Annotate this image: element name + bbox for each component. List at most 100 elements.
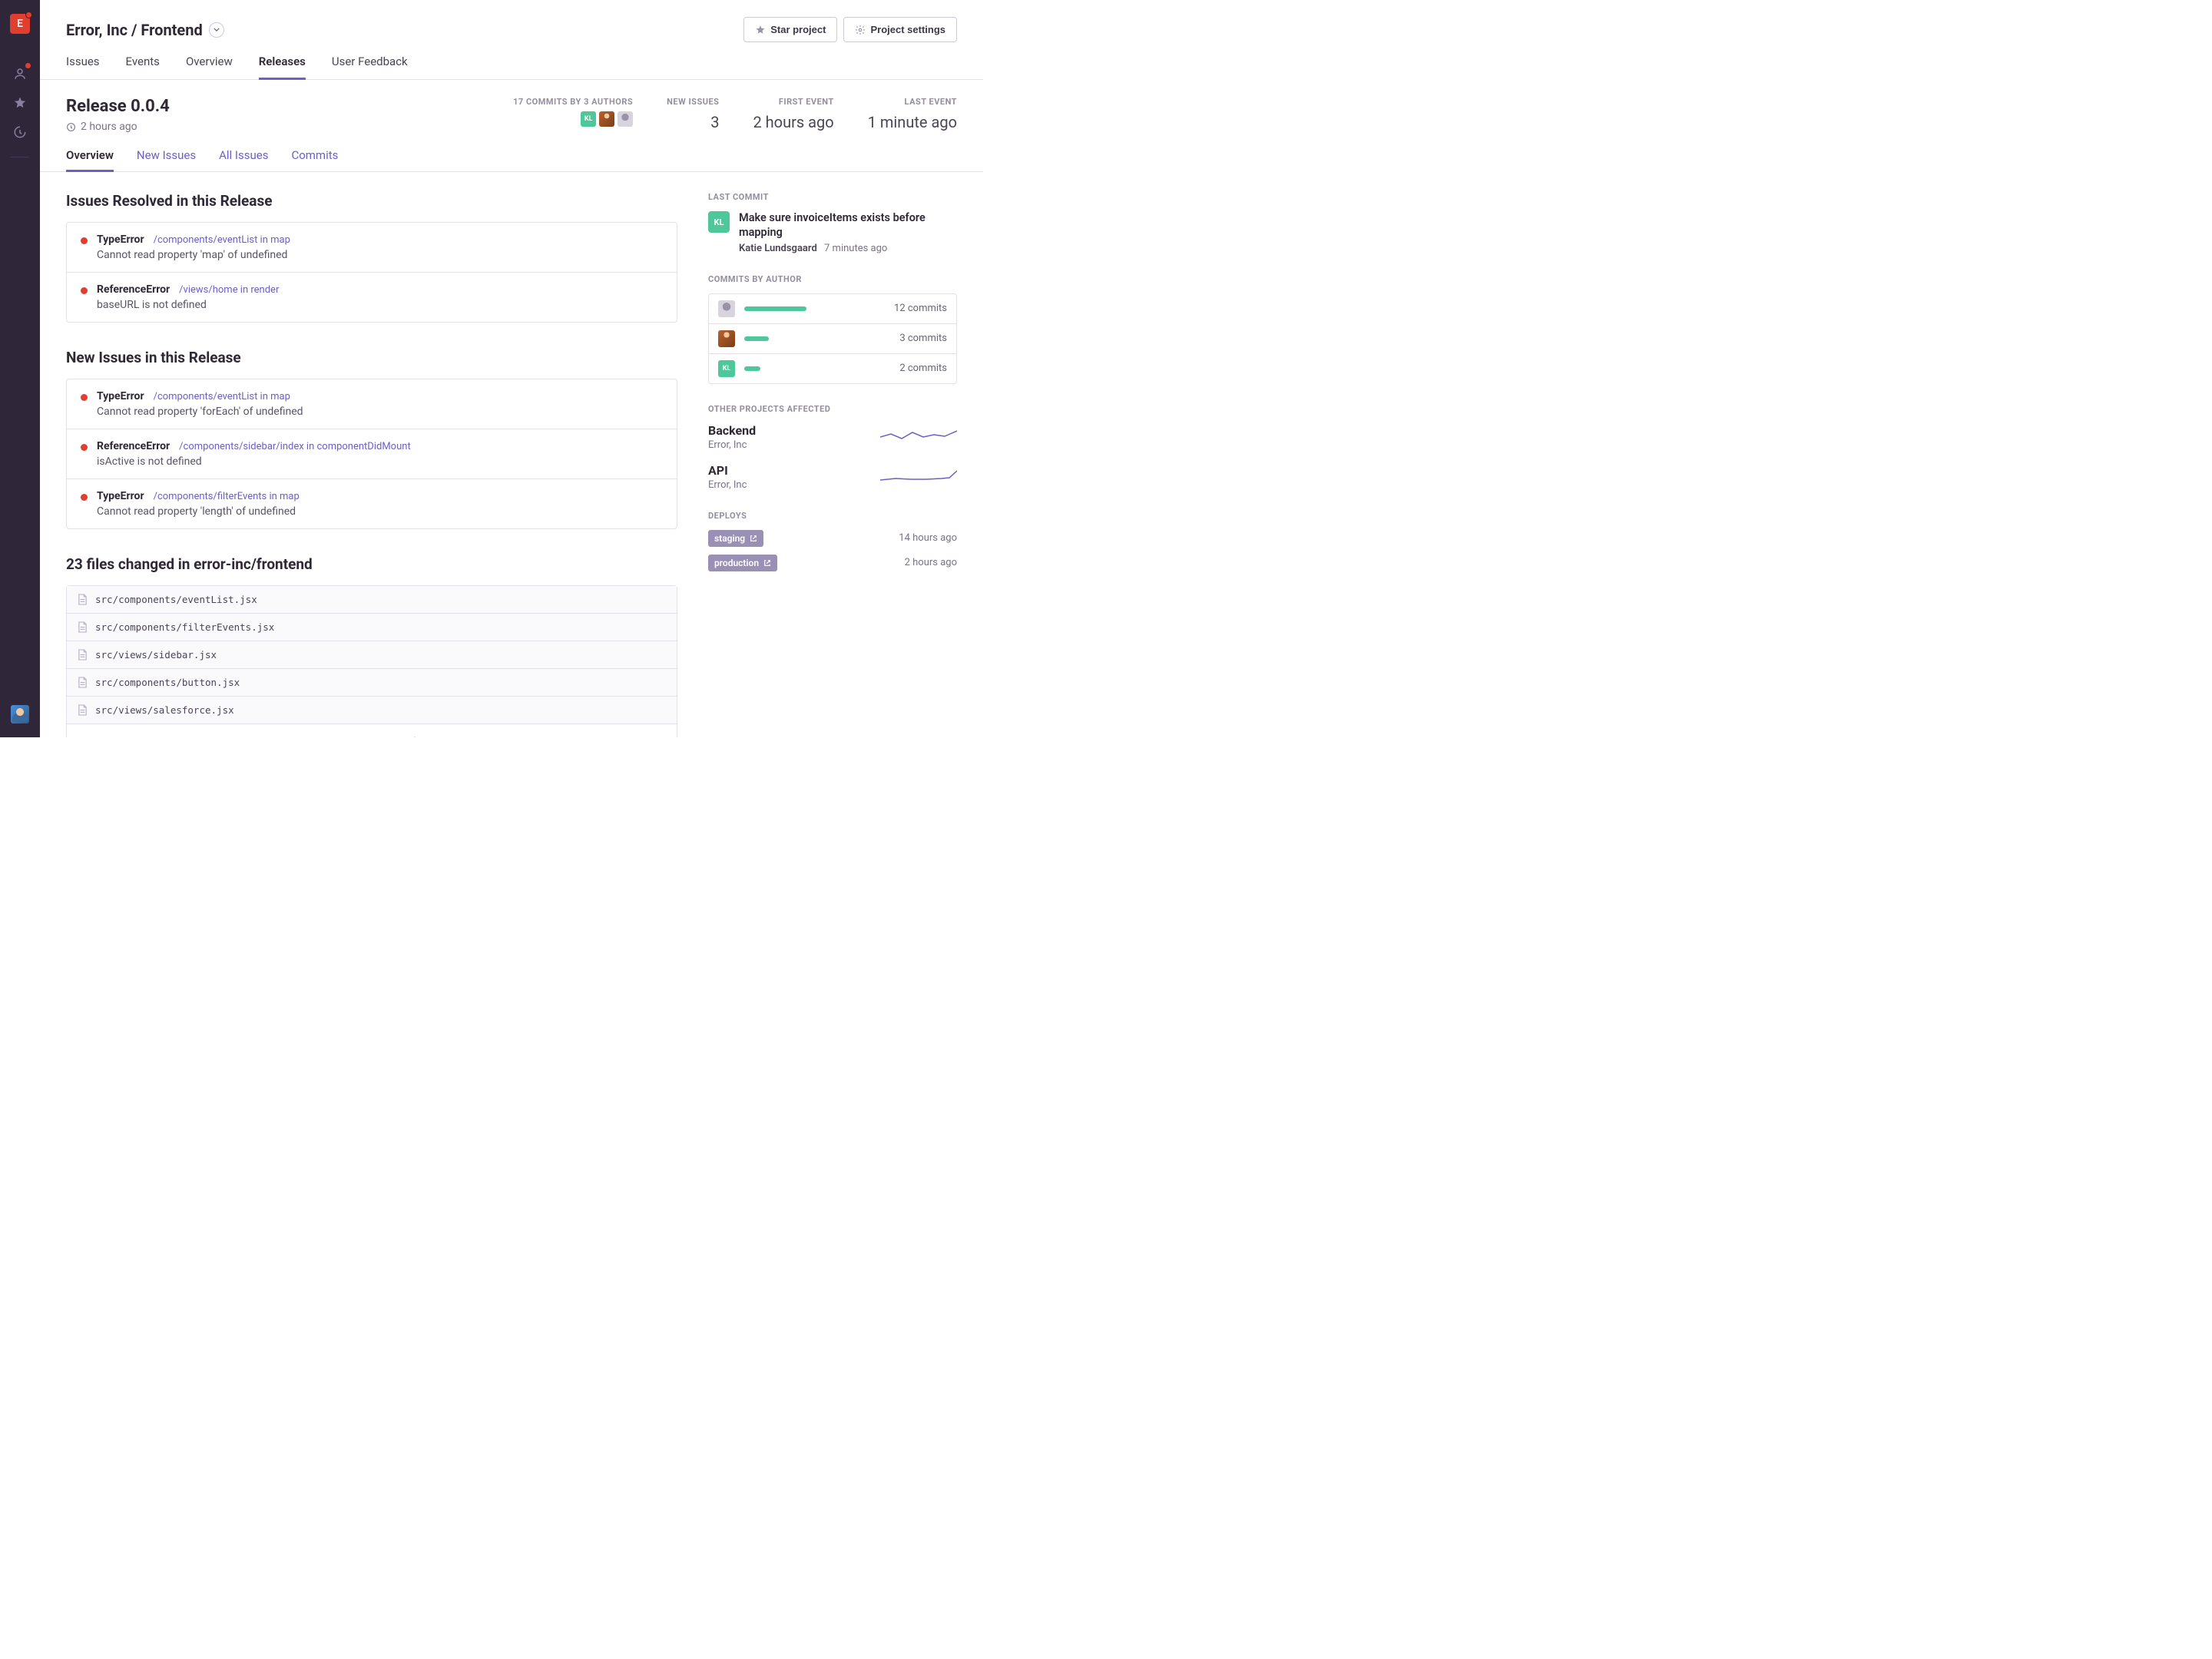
star-icon bbox=[755, 25, 766, 35]
last-commit[interactable]: KL Make sure invoiceItems exists before … bbox=[708, 211, 957, 254]
release-header: Release 0.0.4 2 hours ago 17 COMMITS BY … bbox=[40, 80, 983, 172]
issue-description: Cannot read property 'forEach' of undefi… bbox=[97, 406, 663, 418]
project-org: Error, Inc bbox=[708, 479, 747, 491]
deploy-row: production 2 hours ago bbox=[708, 555, 957, 571]
tab-issues[interactable]: Issues bbox=[66, 55, 100, 79]
affected-project[interactable]: APIError, Inc bbox=[708, 463, 957, 491]
issue-row[interactable]: ReferenceError/views/home in render baseU… bbox=[67, 273, 677, 322]
star-project-label: Star project bbox=[770, 24, 826, 35]
issue-row[interactable]: TypeError/components/eventList in mapCan… bbox=[67, 223, 677, 273]
issue-row[interactable]: TypeError/components/filterEvents in map… bbox=[67, 479, 677, 528]
file-row[interactable]: src/views/sidebar.jsx bbox=[67, 641, 677, 669]
main-tabs: Issues Events Overview Releases User Feedbac… bbox=[66, 55, 957, 79]
subtab-overview[interactable]: Overview bbox=[66, 148, 114, 171]
show-more-files-button[interactable]: Show 18 additional files bbox=[67, 724, 677, 737]
stat-new-issues: NEW ISSUES 3 bbox=[667, 97, 719, 131]
tab-events[interactable]: Events bbox=[126, 55, 160, 79]
file-path: src/components/eventList.jsx bbox=[95, 594, 257, 605]
tab-releases[interactable]: Releases bbox=[259, 55, 306, 79]
resolved-issues-heading: Issues Resolved in this Release bbox=[66, 192, 677, 210]
issue-location: /components/sidebar/index in componentDi… bbox=[179, 441, 411, 452]
files-changed-heading: 23 files changed in error-inc/frontend bbox=[66, 555, 677, 573]
last-commit-label: LAST COMMIT bbox=[708, 192, 957, 202]
issue-description: isActive is not defined bbox=[97, 455, 663, 468]
stat-first-event: FIRST EVENT 2 hours ago bbox=[753, 97, 833, 131]
commit-bar bbox=[744, 366, 890, 371]
author-avatar[interactable] bbox=[599, 111, 614, 127]
sparkline bbox=[880, 468, 957, 486]
file-row[interactable]: src/views/salesforce.jsx bbox=[67, 697, 677, 724]
error-dot-icon bbox=[81, 287, 88, 294]
file-icon bbox=[78, 677, 88, 688]
star-icon[interactable] bbox=[11, 94, 29, 112]
error-dot-icon bbox=[81, 494, 88, 501]
affected-project[interactable]: BackendError, Inc bbox=[708, 423, 957, 451]
file-row[interactable]: src/components/eventList.jsx bbox=[67, 586, 677, 614]
subtab-commits[interactable]: Commits bbox=[291, 148, 338, 171]
project-name: API bbox=[708, 463, 747, 478]
issue-type: TypeError bbox=[97, 390, 144, 402]
commits-by-author-list: 12 commits 3 commits KL 2 commits bbox=[708, 293, 957, 384]
deploy-time: 2 hours ago bbox=[905, 557, 957, 568]
issue-description: baseURL is not defined bbox=[97, 299, 663, 311]
subtab-all-issues[interactable]: All Issues bbox=[219, 148, 268, 171]
commit-count: 3 commits bbox=[899, 333, 947, 344]
org-logo[interactable]: E bbox=[10, 14, 30, 34]
file-icon bbox=[78, 621, 88, 633]
author-avatar bbox=[718, 330, 735, 347]
history-icon[interactable] bbox=[11, 123, 29, 141]
file-icon bbox=[78, 594, 88, 605]
subtab-new-issues[interactable]: New Issues bbox=[137, 148, 196, 171]
files-list: src/components/eventList.jsx src/componen… bbox=[66, 585, 677, 737]
tab-overview[interactable]: Overview bbox=[186, 55, 233, 79]
people-icon[interactable] bbox=[11, 65, 29, 83]
project-settings-label: Project settings bbox=[870, 24, 945, 35]
deploy-env-pill[interactable]: production bbox=[708, 555, 777, 571]
error-dot-icon bbox=[81, 394, 88, 401]
issue-location: /components/filterEvents in map bbox=[154, 491, 300, 502]
breadcrumb-text: Error, Inc / Frontend bbox=[66, 21, 203, 39]
issue-type: ReferenceError bbox=[97, 440, 170, 452]
gear-icon bbox=[855, 25, 866, 35]
error-dot-icon bbox=[81, 444, 88, 451]
sparkline bbox=[880, 428, 957, 446]
star-project-button[interactable]: Star project bbox=[743, 17, 837, 42]
file-row[interactable]: src/components/filterEvents.jsx bbox=[67, 614, 677, 641]
issue-row[interactable]: TypeError/components/eventList in mapCan… bbox=[67, 379, 677, 429]
commits-by-author-label: COMMITS BY AUTHOR bbox=[708, 274, 957, 284]
issue-location: /views/home in render bbox=[179, 284, 279, 296]
project-org: Error, Inc bbox=[708, 439, 756, 451]
author-row[interactable]: 12 commits bbox=[709, 294, 956, 324]
chevron-down-icon[interactable] bbox=[209, 22, 224, 38]
issue-row[interactable]: ReferenceError/components/sidebar/index … bbox=[67, 429, 677, 479]
author-row[interactable]: KL 2 commits bbox=[709, 354, 956, 383]
author-avatar[interactable]: KL bbox=[581, 111, 596, 127]
author-avatar: KL bbox=[718, 360, 735, 377]
commit-count: 12 commits bbox=[894, 303, 947, 314]
author-avatar bbox=[718, 300, 735, 317]
commit-author-avatar: KL bbox=[708, 211, 730, 233]
commit-count: 2 commits bbox=[899, 363, 947, 374]
author-avatar[interactable] bbox=[618, 111, 633, 127]
user-avatar[interactable] bbox=[11, 705, 29, 724]
release-age: 2 hours ago bbox=[66, 121, 170, 133]
file-row[interactable]: src/components/button.jsx bbox=[67, 669, 677, 697]
deploy-time: 14 hours ago bbox=[899, 532, 957, 544]
author-row[interactable]: 3 commits bbox=[709, 324, 956, 354]
stat-commits: 17 COMMITS BY 3 AUTHORS KL bbox=[513, 97, 633, 131]
tab-user-feedback[interactable]: User Feedback bbox=[332, 55, 408, 79]
deploys-label: DEPLOYS bbox=[708, 511, 957, 521]
project-settings-button[interactable]: Project settings bbox=[843, 17, 957, 42]
error-dot-icon bbox=[81, 237, 88, 244]
issue-type: TypeError bbox=[97, 233, 144, 246]
project-header: Error, Inc / Frontend Star project bbox=[40, 0, 983, 80]
project-name: Backend bbox=[708, 423, 756, 438]
breadcrumb[interactable]: Error, Inc / Frontend bbox=[66, 21, 224, 39]
file-icon bbox=[78, 649, 88, 661]
issue-type: ReferenceError bbox=[97, 283, 170, 296]
file-icon bbox=[78, 704, 88, 716]
new-issues-list: TypeError/components/eventList in mapCan… bbox=[66, 379, 677, 529]
file-path: src/components/button.jsx bbox=[95, 677, 240, 688]
deploy-env-pill[interactable]: staging bbox=[708, 530, 763, 547]
commit-message: Make sure invoiceItems exists before map… bbox=[739, 211, 957, 240]
